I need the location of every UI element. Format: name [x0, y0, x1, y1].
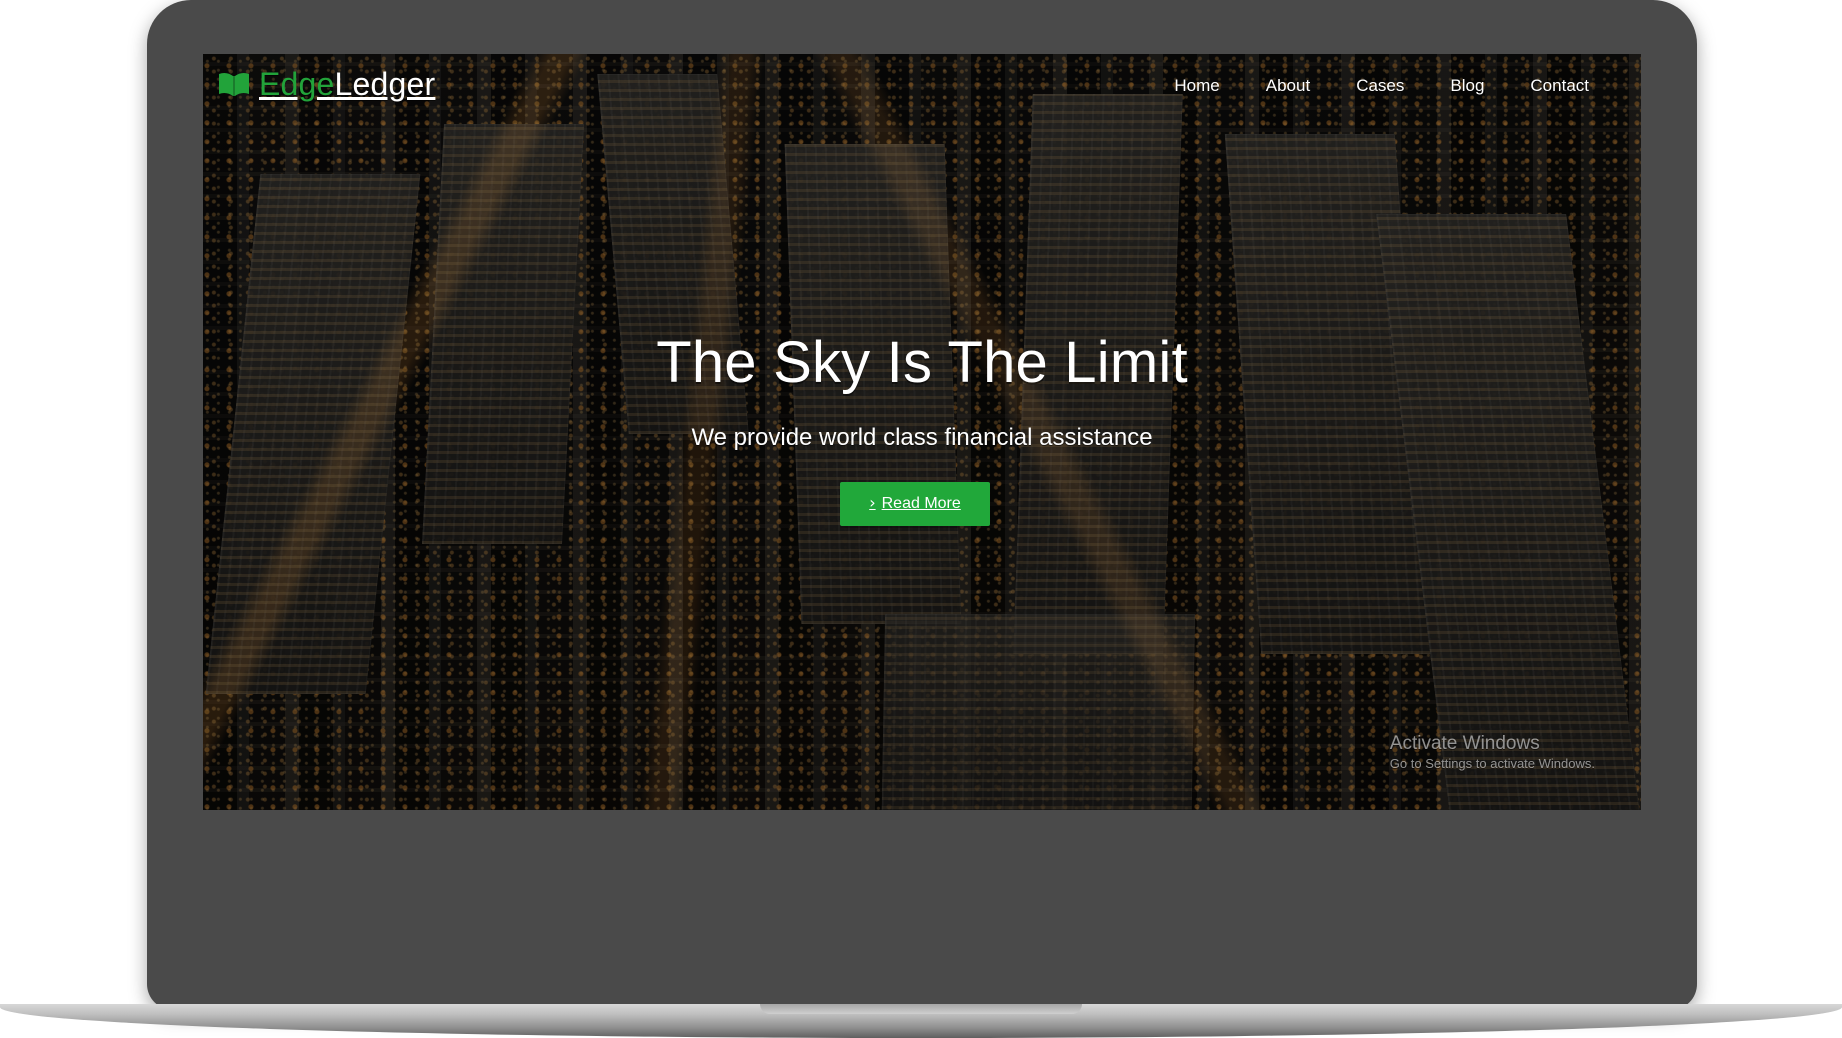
laptop-mockup: EdgeLedger Home About Cases Blog Contact… — [0, 0, 1842, 1038]
top-nav: EdgeLedger Home About Cases Blog Contact — [203, 54, 1641, 132]
chevron-right-icon: › — [869, 493, 876, 512]
hero: The Sky Is The Limit We provide world cl… — [203, 334, 1641, 450]
screen: EdgeLedger Home About Cases Blog Contact… — [203, 54, 1641, 810]
read-more-button[interactable]: › Read More — [840, 482, 990, 526]
read-more-label: Read More — [881, 495, 961, 512]
hero-title: The Sky Is The Limit — [656, 330, 1188, 395]
brand-logo-link[interactable]: EdgeLedger — [217, 68, 435, 100]
nav-contact[interactable]: Contact — [1530, 76, 1589, 96]
brand-name: EdgeLedger — [259, 68, 435, 100]
nav-about[interactable]: About — [1266, 76, 1310, 96]
laptop-notch — [760, 1004, 1082, 1014]
brand-name-edge: Edge — [259, 66, 335, 102]
nav-home[interactable]: Home — [1174, 76, 1219, 96]
main-menu: Home About Cases Blog Contact — [1174, 76, 1589, 96]
hero-subtitle: We provide world class financial assista… — [691, 424, 1153, 451]
open-book-icon — [217, 70, 251, 98]
watermark-title: Activate Windows — [1389, 732, 1540, 754]
windows-activation-watermark: Activate Windows Go to Settings to activ… — [1389, 732, 1595, 772]
nav-cases[interactable]: Cases — [1356, 76, 1404, 96]
watermark-subtitle: Go to Settings to activate Windows. — [1389, 756, 1595, 772]
brand-name-ledger: Ledger — [334, 66, 436, 102]
nav-blog[interactable]: Blog — [1450, 76, 1484, 96]
